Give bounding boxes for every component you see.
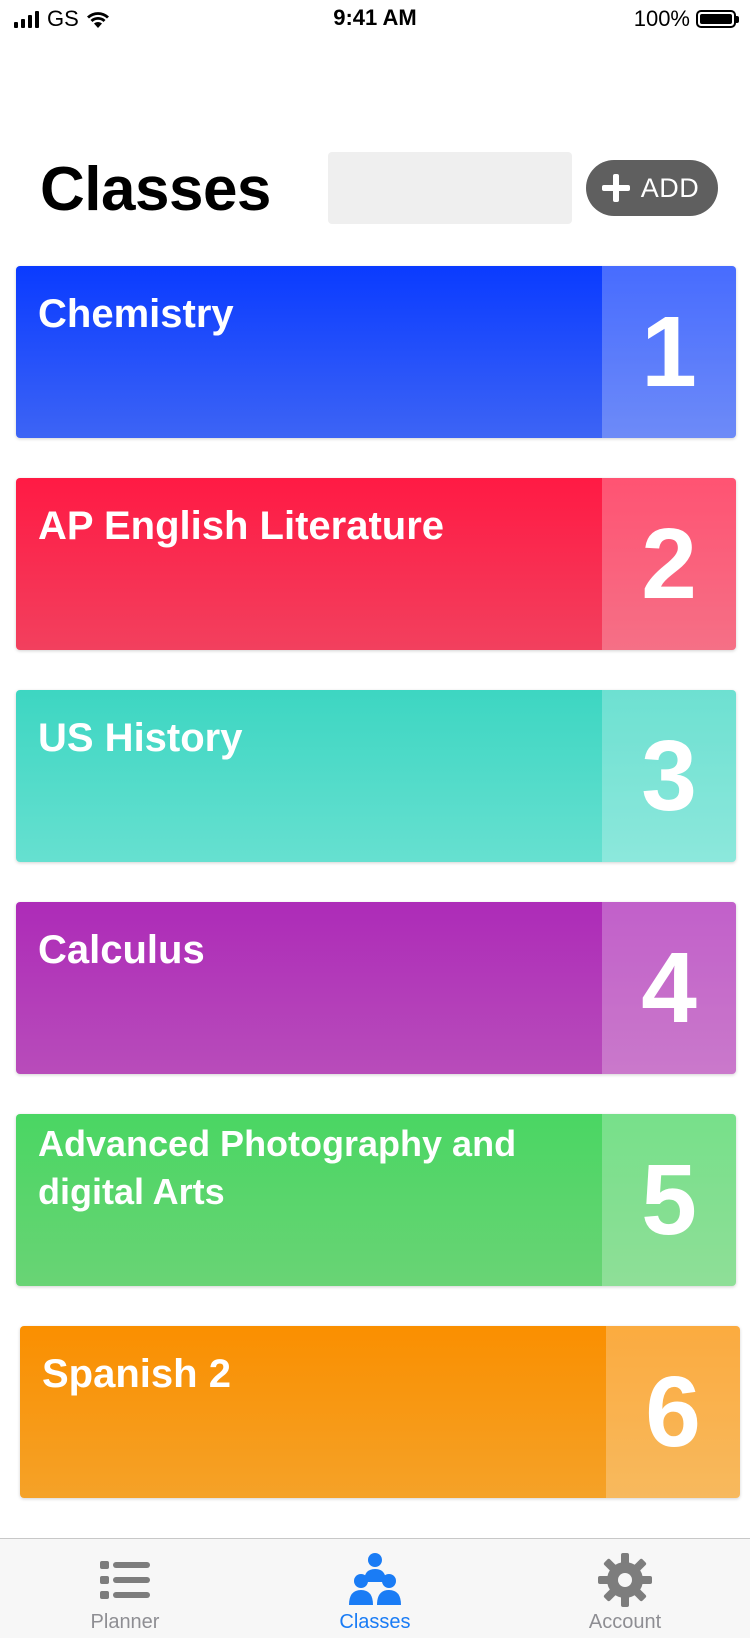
tab-bar: Planner Classes Account (0, 1538, 750, 1638)
class-card-chemistry[interactable]: Chemistry 1 (16, 266, 736, 438)
class-number-box: 4 (602, 902, 736, 1074)
class-name: AP English Literature (38, 504, 445, 548)
search-input[interactable] (328, 152, 572, 224)
tab-label: Account (588, 1611, 662, 1633)
status-bar: GS 9:41 AM 100% (0, 0, 750, 40)
tab-label: Planner (90, 1611, 160, 1633)
tab-label: Classes (339, 1611, 411, 1633)
class-number: 6 (645, 1356, 701, 1468)
class-number: 4 (641, 932, 697, 1044)
class-number-box: 6 (606, 1326, 740, 1498)
battery-icon (696, 10, 739, 28)
tab-classes[interactable]: Classes (250, 1539, 500, 1638)
list-icon (100, 1561, 150, 1599)
people-icon (349, 1553, 401, 1605)
class-number: 5 (641, 1144, 697, 1256)
class-card-calculus[interactable]: Calculus 4 (16, 902, 736, 1074)
class-card-spanish-2[interactable]: Spanish 2 6 (20, 1326, 740, 1498)
plus-icon (601, 174, 630, 202)
gear-icon (598, 1553, 652, 1607)
page-title: Classes (40, 155, 271, 224)
tab-account[interactable]: Account (500, 1539, 750, 1638)
classes-screen: GS 9:41 AM 100% Classes ADD Chemistry 1 … (0, 0, 750, 1638)
tab-planner[interactable]: Planner (0, 1539, 250, 1638)
class-name: Advanced Photography and digital Arts (38, 1123, 517, 1212)
class-number: 1 (641, 296, 697, 408)
class-name: Calculus (38, 928, 205, 972)
class-name: US History (38, 716, 243, 760)
battery-percentage: 100% (633, 6, 690, 31)
class-card-ap-english-literature[interactable]: AP English Literature 2 (16, 478, 736, 650)
class-number: 3 (641, 720, 697, 832)
class-number-box: 3 (602, 690, 736, 862)
class-name: Spanish 2 (42, 1352, 231, 1396)
add-button-label: ADD (640, 172, 700, 203)
add-class-button[interactable]: ADD (586, 160, 718, 216)
status-right: 100% (633, 6, 739, 31)
class-card-us-history[interactable]: US History 3 (16, 690, 736, 862)
class-number-box: 2 (602, 478, 736, 650)
class-number-box: 1 (602, 266, 736, 438)
class-number-box: 5 (602, 1114, 736, 1286)
class-card-advanced-photography[interactable]: Advanced Photography and digital Arts 5 (16, 1114, 736, 1286)
class-number: 2 (641, 508, 697, 620)
class-name: Chemistry (38, 292, 234, 336)
